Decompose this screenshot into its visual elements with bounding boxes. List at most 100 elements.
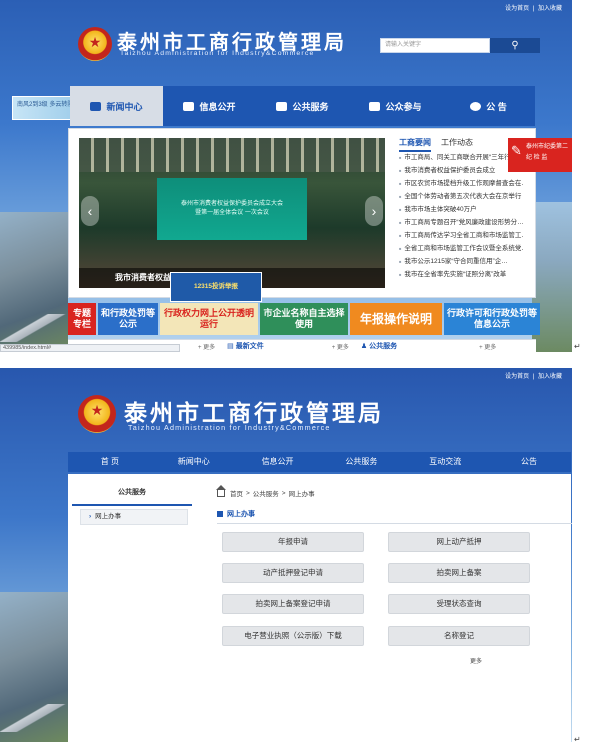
news-item[interactable]: 全国个体劳动者第五次代表大会在京举行 xyxy=(399,190,524,203)
more-link[interactable]: + 更多 xyxy=(332,342,349,351)
sidebar-item-label: 网上办事 xyxy=(95,513,122,520)
next-slide-button[interactable]: › xyxy=(365,196,383,226)
homepage-screenshot: 设为首页 | 加入收藏 泰州市工商行政管理局 Taizhou Administr… xyxy=(0,0,572,352)
nav-home[interactable]: 首 页 xyxy=(68,452,152,472)
chevron-left-icon: ‹ xyxy=(87,203,93,219)
weather-text: 南风2到3级 多云转阴 xyxy=(17,102,74,108)
news-panel: 泰州市消费者权益保护委员会成立大会 暨第一届全体会议 一次会议 我市消费者权益保… xyxy=(68,128,536,298)
news-item[interactable]: 市工商局专题召开“党风廉政建设形势分… xyxy=(399,216,524,229)
top-links: 设为首页 | 加入收藏 xyxy=(503,3,562,12)
service-auction-filing[interactable]: 拍卖网上备案 xyxy=(388,563,530,583)
feature-banners: 专题专栏 和行政处罚等公示 行政权力网上公开透明运行 市企业名称自主选择使用 年… xyxy=(68,303,540,335)
nav-label: 公 告 xyxy=(486,101,507,112)
banner-power-transparency[interactable]: 行政权力网上公开透明运行 xyxy=(160,303,258,335)
news-list: 市工商局、同关工商联合开展“三年行动” 我市消费者权益保护委员会成立 市区农贸市… xyxy=(399,151,524,281)
service-name-registration[interactable]: 名称登记 xyxy=(388,626,530,646)
banner-special-topics[interactable]: 专题专栏 xyxy=(68,303,96,335)
nav-label: 公共服务 xyxy=(292,101,329,112)
news-item[interactable]: 我市在全省率先实施“证照分离”改革 xyxy=(399,268,524,281)
breadcrumb-public-service[interactable]: 公共服务 xyxy=(253,488,279,498)
add-favorite-link[interactable]: 加入收藏 xyxy=(538,374,562,380)
news-item[interactable]: 市工商局传达学习全省工商和市场监管工… xyxy=(399,229,524,242)
news-item[interactable]: 我市市场主体突破40万户 xyxy=(399,203,524,216)
breadcrumb-separator: > xyxy=(246,489,250,497)
nav-public-participation[interactable]: 公众参与 xyxy=(349,86,442,126)
nav-info-disclosure[interactable]: 信息公开 xyxy=(236,452,320,472)
public-service-heading[interactable]: ♟ 公共服务 xyxy=(361,341,397,351)
book-icon xyxy=(183,101,195,111)
add-favorite-link[interactable]: 加入收藏 xyxy=(538,6,562,12)
nav-news-center[interactable]: 新闻中心 xyxy=(152,452,236,472)
nav-news-center[interactable]: 新闻中心 xyxy=(70,86,163,126)
nav-label: 公众参与 xyxy=(385,101,422,112)
discipline-tag-line2: 纪 检 监 xyxy=(526,155,548,161)
breadcrumb-online-service[interactable]: 网上办事 xyxy=(289,488,315,498)
sidebar-title: 公共服务 xyxy=(72,484,192,506)
service-online-mortgage[interactable]: 网上动产抵押 xyxy=(388,532,530,552)
top-links-separator: | xyxy=(532,374,535,380)
news-item[interactable]: 全省工商和市场监管工作会议暨全系统党… xyxy=(399,242,524,255)
tab-business-news[interactable]: 工商要闻 xyxy=(399,137,431,152)
return-mark: ↵ xyxy=(574,735,581,744)
nav-interaction[interactable]: 互动交流 xyxy=(403,452,487,472)
breadcrumb-separator: > xyxy=(281,489,286,497)
news-item[interactable]: 我市消费者权益保护委员会成立 xyxy=(399,164,524,177)
nav-announcement[interactable]: 公 告 xyxy=(442,86,535,126)
news-tabs: 工商要闻 工作动态 xyxy=(399,137,473,152)
nav-announcement[interactable]: 公告 xyxy=(487,452,571,472)
banner-company-name[interactable]: 市企业名称自主选择使用 xyxy=(260,303,348,335)
section-title: 网上办事 xyxy=(217,508,572,524)
news-icon xyxy=(90,101,102,111)
banner-penalty-disclosure[interactable]: 和行政处罚等公示 xyxy=(98,303,158,335)
main-nav: 首 页 新闻中心 信息公开 公共服务 互动交流 公告 xyxy=(68,452,571,472)
logo-subtitle: Taizhou Administration for Industry&Comm… xyxy=(120,50,315,57)
nav-public-service[interactable]: 公共服务 xyxy=(319,452,403,472)
slide-ceiling xyxy=(79,138,385,172)
search-input[interactable]: 请输入关键字 xyxy=(380,38,490,53)
logo-subtitle: Taizhou Administration for Industry&Comm… xyxy=(128,423,331,432)
pen-icon: ✎ xyxy=(511,143,522,158)
nav-public-service[interactable]: 公共服务 xyxy=(256,86,349,126)
set-homepage-link[interactable]: 设为首页 xyxy=(505,6,529,12)
emblem-icon xyxy=(78,27,112,61)
discipline-tag[interactable]: ✎ 泰州市纪委第二 纪 检 监 xyxy=(508,138,572,172)
road-photo xyxy=(0,704,68,732)
section-marker-icon xyxy=(217,511,223,518)
service-auction-filing-registration[interactable]: 拍卖网上备案登记申请 xyxy=(222,594,364,614)
slide-screen-line2: 暨第一届全体会议 一次会议 xyxy=(195,210,269,216)
news-item[interactable]: 我市公示1215家“守合同重信用”企… xyxy=(399,255,524,268)
nav-info-disclosure[interactable]: 信息公开 xyxy=(163,86,256,126)
sidebar-item-online-service[interactable]: 网上办事 xyxy=(80,509,188,525)
hotline-badge[interactable]: 12315投诉举报 xyxy=(170,272,262,302)
emblem-icon xyxy=(78,395,116,433)
content-area: 公共服务 网上办事 首页 > 公共服务 > 网上办事 网上办事 年报申请 网上动… xyxy=(68,474,572,742)
status-bar-url: 439985/index.html# xyxy=(0,344,180,352)
home-icon xyxy=(216,484,226,497)
discipline-tag-line1: 泰州市纪委第二 xyxy=(526,144,569,150)
service-status-query[interactable]: 受理状态查询 xyxy=(388,594,530,614)
tab-work-updates[interactable]: 工作动态 xyxy=(441,137,473,152)
banner-annual-report-guide[interactable]: 年报操作说明 xyxy=(350,303,442,335)
more-link[interactable]: + 更多 xyxy=(198,342,215,351)
more-link[interactable]: + 更多 xyxy=(479,342,496,351)
return-mark: ↵ xyxy=(574,342,581,351)
prev-slide-button[interactable]: ‹ xyxy=(81,196,99,226)
service-e-license-download[interactable]: 电子营业执照（公示版）下载 xyxy=(222,626,364,646)
banner-permit-disclosure[interactable]: 行政许可和行政处罚等信息公示 xyxy=(444,303,540,335)
breadcrumb-home[interactable]: 首页 xyxy=(230,488,243,498)
nav-label: 新闻中心 xyxy=(106,101,143,112)
nav-label: 信息公开 xyxy=(199,101,236,112)
search-button[interactable]: ⚲ xyxy=(490,38,540,53)
main-nav: 新闻中心 信息公开 公共服务 公众参与 公 告 xyxy=(70,86,535,126)
service-mortgage-registration[interactable]: 动产抵押登记申请 xyxy=(222,563,364,583)
latest-files-heading[interactable]: ▤ 最新文件 xyxy=(227,341,264,351)
wrench-icon xyxy=(276,101,288,111)
news-item[interactable]: 市区农贸市场提档升级工作观摩督查会在… xyxy=(399,177,524,190)
latest-files-label: 最新文件 xyxy=(235,343,264,350)
news-item[interactable]: 市工商局、同关工商联合开展“三年行动” xyxy=(399,151,524,164)
public-service-label: 公共服务 xyxy=(369,343,398,350)
more-link[interactable]: 更多 xyxy=(470,656,482,665)
news-slideshow[interactable]: 泰州市消费者权益保护委员会成立大会 暨第一届全体会议 一次会议 我市消费者权益保… xyxy=(79,138,385,288)
service-annual-report[interactable]: 年报申请 xyxy=(222,532,364,552)
set-homepage-link[interactable]: 设为首页 xyxy=(505,374,529,380)
